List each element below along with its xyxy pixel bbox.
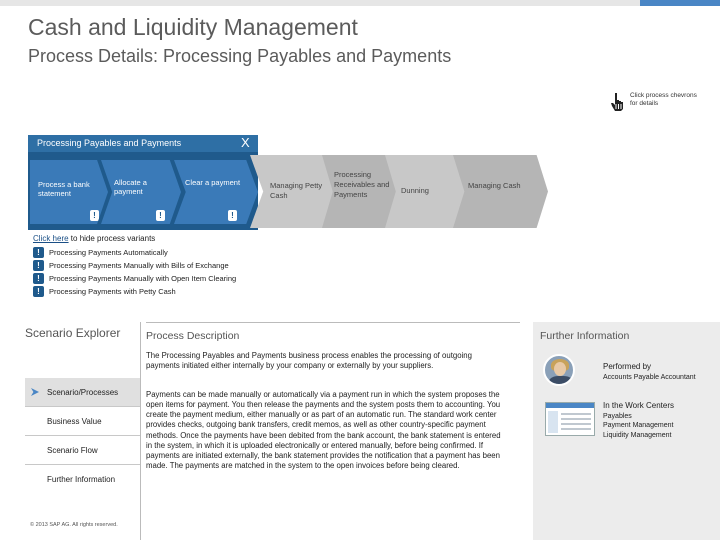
chevron-hint: Click process chevrons for details [610,92,700,112]
nav-item-label: Scenario/Processes [47,387,119,397]
variant-chevron-process-bank-statement[interactable]: Process a bank statement ! [30,160,108,224]
chevron-label: Managing Cash [468,181,521,190]
page-subtitle: Process Details: Processing Payables and… [28,46,452,66]
hand-pointer-icon [611,93,623,111]
process-description-heading: Process Description [146,330,240,342]
chevron-label: Processing Receivables and Payments [334,170,390,199]
work-center-item: Payables [603,413,632,420]
info-marker-icon: ! [33,273,44,284]
variant-chevron-label: Clear a payment [185,178,241,187]
work-centers-label: In the Work Centers [603,401,674,410]
hide-variants-line: Click here to hide process variants [33,234,155,243]
variant-chevron-label: Process a bank statement [38,180,90,199]
info-marker-icon: ! [33,286,44,297]
scenario-explorer-nav: Scenario/Processes Business Value Scenar… [25,378,140,493]
close-expanded-button[interactable]: X [241,135,250,150]
nav-item-scenario-processes[interactable]: Scenario/Processes [25,378,140,406]
variant-list-label: Processing Payments Automatically [49,248,168,257]
work-center-item: Payment Management [603,422,674,430]
top-bar-accent [640,0,720,6]
nav-item-scenario-flow[interactable]: Scenario Flow [25,436,140,464]
process-description-intro: The Processing Payables and Payments bus… [146,351,472,371]
page-title: Cash and Liquidity Management [28,14,358,40]
variant-list-label: Processing Payments with Petty Cash [49,287,176,296]
info-marker-icon[interactable]: ! [228,210,237,221]
expanded-process-title: Processing Payables and Payments [37,138,182,148]
info-marker-icon[interactable]: ! [156,210,165,221]
info-marker-icon[interactable]: ! [90,210,99,221]
variant-list-label: Processing Payments Manually with Open I… [49,274,237,283]
info-marker-icon: ! [33,260,44,271]
process-description-body: Payments can be made manually or automat… [146,390,501,470]
work-center-screenshot-icon [545,402,595,436]
expanded-process-header: Processing Payables and Payments X [28,135,258,152]
avatar [543,354,575,386]
nav-item-business-value[interactable]: Business Value [25,407,140,435]
chevron-managing-cash[interactable]: Managing Cash [453,155,548,228]
nav-item-further-information[interactable]: Further Information [25,465,140,493]
performed-by-label: Performed by [603,362,652,371]
variant-list-item[interactable]: ! Processing Payments Automatically [33,246,253,259]
scenario-explorer-title: Scenario Explorer [25,326,121,340]
nav-item-label: Business Value [47,416,102,426]
performed-by-value: Accounts Payable Accountant [603,374,696,381]
variant-chevron-clear-payment[interactable]: Clear a payment ! [174,160,258,224]
top-bar [0,0,720,6]
chevron-label: Dunning [401,186,429,195]
expanded-process-panel: Processing Payables and Payments X Proce… [28,135,258,230]
hide-variants-link[interactable]: Click here [33,234,69,243]
work-centers-list: Payables Payment Management Liquidity Ma… [603,412,673,440]
variant-list-item[interactable]: ! Processing Payments with Petty Cash [33,285,253,298]
nav-item-label: Scenario Flow [47,445,98,455]
process-description-header: Process Description [146,322,520,348]
variant-chevron-label: Allocate a payment [114,178,147,197]
info-marker-icon: ! [33,247,44,258]
variant-list-item[interactable]: ! Processing Payments Manually with Open… [33,272,253,285]
selected-arrow-icon [31,388,39,396]
variant-list-label: Processing Payments Manually with Bills … [49,261,229,270]
process-chevron-row: Processing Payables and Payments X Proce… [28,135,720,230]
further-information-heading: Further Information [540,330,630,342]
variant-list: ! Processing Payments Automatically ! Pr… [33,246,253,298]
nav-item-label: Further Information [47,474,116,484]
hide-variants-text: to hide process variants [68,234,156,243]
hint-text: Click process chevrons for details [630,92,697,108]
variant-list-item[interactable]: ! Processing Payments Manually with Bill… [33,259,253,272]
work-center-item: Liquidity Management [603,431,672,439]
copyright-text: © 2013 SAP AG. All rights reserved. [30,522,118,528]
vertical-divider [140,322,141,540]
chevron-label: Managing Petty Cash [270,181,323,200]
variant-chevron-allocate-payment[interactable]: Allocate a payment ! [101,160,181,224]
